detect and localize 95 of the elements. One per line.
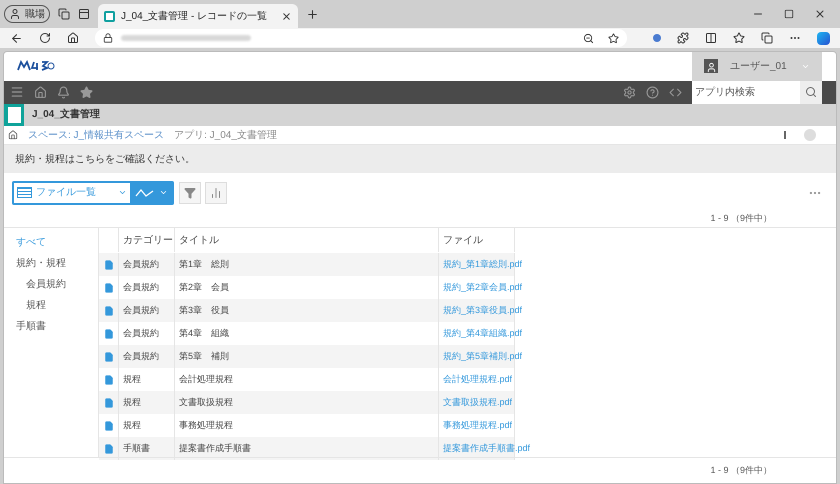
file-link[interactable]: 規約_第3章役員.pdf	[443, 304, 522, 318]
record-count: 1 - 9 （9件中）	[710, 464, 772, 477]
file-link[interactable]: 文書取扱規程.pdf	[443, 396, 512, 410]
table-cell-text: 会員規約	[123, 327, 159, 340]
breadcrumb-link[interactable]: スペース: J_情報共有スペース	[28, 128, 164, 142]
tab-actions-icon[interactable]	[78, 8, 90, 20]
search-icon	[805, 86, 817, 98]
avatar-icon	[9, 8, 21, 20]
app-title: J_04_文書管理	[32, 108, 100, 122]
sidebar-item[interactable]: 規程	[16, 295, 46, 316]
file-link[interactable]: 規約_第5章補則.pdf	[443, 350, 522, 364]
table-cell-text: 手順書	[123, 442, 150, 456]
table-cell-text: 会員規約	[123, 350, 159, 364]
extension-icon[interactable]	[653, 34, 661, 42]
close-icon[interactable]	[281, 10, 292, 22]
zoom-icon[interactable]	[583, 32, 594, 44]
copilot-icon[interactable]	[817, 32, 830, 44]
file-link[interactable]: 事務処理規程.pdf	[443, 419, 512, 433]
favorite-icon[interactable]	[608, 32, 619, 44]
column-header: タイトル	[179, 234, 219, 248]
sidebar-item[interactable]: 規約・規程	[16, 253, 66, 274]
table-cell-text: 会計処理規程	[179, 373, 233, 386]
view-select[interactable]: ファイル一覧	[14, 182, 130, 203]
table-cell-text: 規程	[123, 419, 141, 432]
table-cell-text: 会員規約	[123, 258, 159, 272]
breadcrumb-link[interactable]: アプリ: J_04_文書管理	[174, 128, 277, 142]
table-cell-text: 第5章 補則	[179, 350, 230, 364]
sidebar-item[interactable]: 会員規約	[16, 274, 66, 296]
back-icon[interactable]	[10, 32, 23, 44]
table-cell-text: 規程	[123, 373, 141, 386]
logo-icon	[16, 60, 56, 72]
record-count: 1 - 9 （9件中）	[710, 212, 772, 225]
collections-icon[interactable]	[761, 32, 773, 44]
bell-icon[interactable]	[57, 86, 70, 99]
home-icon[interactable]	[67, 32, 79, 44]
file-link[interactable]: 提案書作成手順書.pdf	[443, 442, 530, 456]
line-graph-icon	[134, 188, 154, 198]
table-cell-text: 第2章 会員	[179, 281, 230, 294]
record-detail-icon[interactable]	[104, 328, 114, 339]
reload-icon[interactable]	[39, 32, 51, 44]
user-avatar-icon	[704, 59, 718, 74]
menu-icon[interactable]	[10, 85, 24, 100]
help-icon[interactable]	[646, 86, 659, 99]
sidebar-item[interactable]: すべて	[16, 232, 46, 254]
tab-title: J_04_文書管理 - レコードの一覧	[121, 10, 268, 24]
filter-button[interactable]	[179, 182, 201, 204]
favorites-icon[interactable]	[733, 32, 745, 44]
table-icon	[17, 187, 32, 198]
close-icon[interactable]	[814, 8, 826, 20]
code-icon[interactable]	[669, 86, 682, 99]
browser-tab[interactable]: J_04_文書管理 - レコードの一覧	[98, 4, 298, 28]
maximize-icon[interactable]	[784, 9, 794, 19]
record-detail-icon[interactable]	[104, 420, 114, 431]
workspaces-icon[interactable]	[58, 8, 70, 20]
new-tab-icon[interactable]	[306, 8, 320, 20]
record-detail-icon[interactable]	[104, 260, 114, 270]
column-header: ファイル	[443, 234, 483, 248]
chart-button[interactable]	[205, 182, 227, 204]
record-detail-icon[interactable]	[104, 306, 114, 316]
split-screen-icon[interactable]	[705, 32, 717, 44]
lock-icon	[103, 33, 113, 43]
table-cell-text: 会員規約	[123, 281, 159, 294]
table-cell-text: 文書取扱規程	[179, 396, 233, 410]
search-button[interactable]	[800, 80, 822, 104]
sidebar-item[interactable]: 手順書	[16, 316, 46, 338]
app-favicon-icon	[104, 10, 115, 22]
table-cell-text: 第1章 総則	[179, 258, 230, 272]
address-field[interactable]	[95, 29, 627, 47]
file-link[interactable]: 会計処理規程.pdf	[443, 373, 512, 387]
file-link[interactable]: 規約_第4章組織.pdf	[443, 327, 522, 341]
user-name: ユーザー_01	[730, 60, 787, 74]
file-link[interactable]: 規約_第2章会員.pdf	[443, 281, 522, 295]
record-detail-icon[interactable]	[104, 398, 114, 408]
home-icon[interactable]	[8, 130, 18, 140]
notice-text: 規約・規程はこちらをご確認ください。	[15, 152, 195, 167]
record-detail-icon[interactable]	[104, 282, 114, 293]
column-header: カテゴリー	[123, 234, 173, 248]
bar-chart-icon	[210, 186, 222, 199]
record-detail-icon[interactable]	[104, 444, 114, 454]
settings-icon[interactable]	[623, 86, 636, 99]
profile-button[interactable]: 職場	[4, 5, 50, 23]
table-cell-text: 規程	[123, 396, 141, 410]
record-detail-icon[interactable]	[104, 352, 114, 362]
table-cell-text: 第4章 組織	[179, 327, 230, 340]
table-cell-text: 会員規約	[123, 304, 159, 318]
table-cell-text: 第3章 役員	[179, 304, 230, 318]
puzzle-icon[interactable]	[677, 32, 689, 44]
table-cell-text: 提案書作成手順書	[179, 442, 251, 456]
record-detail-icon[interactable]	[104, 374, 114, 385]
search-field[interactable]: アプリ内検索	[692, 80, 800, 104]
user-menu[interactable]: ユーザー_01	[692, 52, 822, 81]
star-icon[interactable]	[80, 86, 93, 99]
table-cell-text: 事務処理規程	[179, 419, 233, 432]
filter-icon	[184, 186, 196, 199]
file-link[interactable]: 規約_第1章総則.pdf	[443, 258, 522, 272]
